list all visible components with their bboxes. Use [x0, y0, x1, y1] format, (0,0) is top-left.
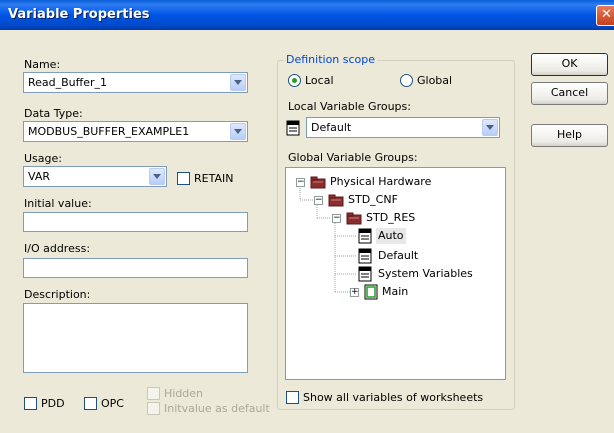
hidden-label: Hidden [164, 387, 204, 400]
tree-item-physical-hardware[interactable]: Physical Hardware [330, 174, 431, 190]
global-variable-groups-tree[interactable]: − Physical Hardware − STD_CNF − STD_RES [285, 167, 506, 380]
usage-value: VAR [28, 170, 50, 183]
program-icon [364, 284, 378, 300]
global-variable-groups-label: Global Variable Groups: [288, 151, 418, 164]
data-type-value: MODBUS_BUFFER_EXAMPLE1 [28, 125, 190, 138]
initial-value-input[interactable] [23, 212, 248, 232]
variable-group-icon [358, 228, 372, 244]
initial-value-label: Initial value: [24, 197, 92, 210]
tree-item-auto[interactable]: Auto [376, 228, 406, 244]
tree-item-main[interactable]: Main [382, 284, 408, 300]
definition-scope-title: Definition scope [284, 53, 378, 66]
title-bar: Variable Properties ✕ [0, 0, 614, 30]
name-combobox[interactable]: Read_Buffer_1 [23, 72, 248, 93]
local-variable-groups-label: Local Variable Groups: [288, 100, 411, 113]
name-label: Name: [24, 58, 61, 71]
variable-group-icon [358, 248, 372, 264]
local-radio-label: Local [305, 74, 334, 87]
tree-item-std-cnf[interactable]: STD_CNF [348, 192, 398, 208]
initvalue-default-checkbox[interactable] [147, 402, 160, 415]
close-icon: ✕ [601, 7, 612, 22]
data-type-label: Data Type: [24, 107, 83, 120]
usage-combobox[interactable]: VAR [23, 166, 167, 187]
tree-expand-icon[interactable]: + [350, 288, 359, 297]
local-radio[interactable] [288, 74, 301, 87]
variable-group-icon [358, 266, 372, 282]
folder-icon [328, 194, 344, 207]
pdd-label: PDD [41, 397, 65, 410]
name-value: Read_Buffer_1 [28, 76, 108, 89]
dialog-body: Name: Read_Buffer_1 Data Type: MODBUS_BU… [0, 30, 614, 433]
description-label: Description: [24, 288, 91, 301]
opc-label: OPC [101, 397, 124, 410]
local-group-dropdown-arrow-icon[interactable] [482, 119, 498, 136]
folder-icon [346, 212, 362, 225]
tree-collapse-icon[interactable]: − [332, 214, 341, 223]
retain-checkbox[interactable] [177, 172, 190, 185]
global-radio-label: Global [417, 74, 453, 87]
show-all-variables-label: Show all variables of worksheets [303, 391, 484, 404]
local-variable-group-value: Default [311, 121, 352, 134]
show-all-variables-checkbox[interactable] [286, 391, 299, 404]
tree-item-std-res[interactable]: STD_RES [366, 210, 415, 226]
cancel-button[interactable]: Cancel [531, 82, 608, 105]
io-address-label: I/O address: [24, 242, 91, 255]
tree-collapse-icon[interactable]: − [314, 196, 323, 205]
folder-icon [310, 176, 326, 189]
data-type-dropdown-arrow-icon[interactable] [230, 123, 246, 140]
close-button[interactable]: ✕ [596, 5, 614, 26]
initvalue-default-label: Initvalue as default [164, 402, 270, 415]
tree-collapse-icon[interactable]: − [296, 178, 305, 187]
tree-item-system-variables[interactable]: System Variables [378, 266, 473, 282]
ok-button[interactable]: OK [531, 53, 608, 76]
variable-group-icon [286, 120, 300, 136]
pdd-checkbox[interactable] [24, 397, 37, 410]
name-dropdown-arrow-icon[interactable] [230, 74, 246, 91]
io-address-input[interactable] [23, 258, 248, 278]
hidden-checkbox[interactable] [147, 387, 160, 400]
global-radio[interactable] [400, 74, 413, 87]
usage-dropdown-arrow-icon[interactable] [149, 168, 165, 185]
usage-label: Usage: [24, 152, 62, 165]
window-title: Variable Properties [8, 7, 150, 22]
description-textarea[interactable] [23, 303, 248, 373]
opc-checkbox[interactable] [84, 397, 97, 410]
data-type-combobox[interactable]: MODBUS_BUFFER_EXAMPLE1 [23, 121, 248, 142]
retain-label: RETAIN [194, 172, 234, 185]
local-variable-group-combobox[interactable]: Default [306, 117, 500, 138]
tree-item-default[interactable]: Default [378, 248, 418, 264]
help-button[interactable]: Help [531, 124, 608, 147]
